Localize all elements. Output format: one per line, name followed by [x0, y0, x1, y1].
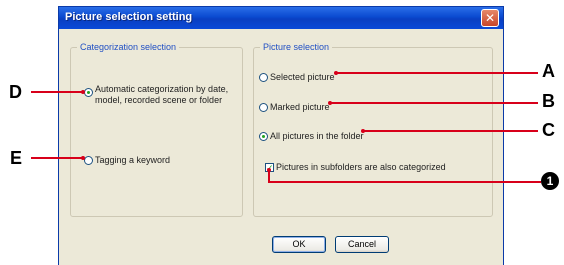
radio-tagging-keyword[interactable] — [84, 156, 93, 165]
cancel-button[interactable]: Cancel — [335, 236, 389, 253]
dialog-title: Picture selection setting — [65, 11, 193, 23]
picture-selection-group-title: Picture selection — [260, 41, 333, 53]
radio-selected-picture[interactable] — [259, 73, 268, 82]
selected-picture-label: Selected picture — [270, 72, 335, 82]
callout-A-dot — [334, 71, 338, 75]
tagging-keyword-label: Tagging a keyword — [95, 155, 171, 165]
callout-D-line — [31, 91, 83, 93]
callout-A: A — [542, 61, 555, 81]
radio-all-pictures-in-folder[interactable] — [259, 132, 268, 141]
callout-C-dot — [361, 129, 365, 133]
categorization-selection-group: Categorization selection — [70, 41, 243, 217]
callout-C-line — [363, 130, 538, 132]
picture-selection-dialog: Picture selection setting ✕ Categorizati… — [58, 6, 504, 265]
callout-C: C — [542, 120, 555, 140]
marked-picture-label: Marked picture — [270, 102, 330, 112]
callout-E-dot — [81, 156, 85, 160]
callout-D-dot — [81, 90, 85, 94]
callout-B-line — [330, 102, 538, 104]
automatic-categorization-label: Automatic categorization by date, model,… — [95, 84, 229, 105]
all-pictures-label: All pictures in the folder — [270, 131, 364, 141]
callout-B-dot — [328, 101, 332, 105]
close-button[interactable]: ✕ — [481, 9, 499, 27]
callout-B: B — [542, 91, 555, 111]
ok-button[interactable]: OK — [272, 236, 326, 253]
callout-1-badge: 1 — [541, 172, 559, 190]
callout-A-line — [336, 72, 538, 74]
title-bar: Picture selection setting ✕ — [59, 7, 503, 29]
callout-1-dot — [267, 168, 271, 172]
subfolders-label: Pictures in subfolders are also categori… — [276, 162, 446, 172]
radio-marked-picture[interactable] — [259, 103, 268, 112]
close-icon: ✕ — [484, 11, 496, 25]
callout-D: D — [9, 82, 22, 102]
categorization-group-title: Categorization selection — [77, 41, 180, 53]
radio-automatic-categorization[interactable] — [84, 88, 93, 97]
callout-E: E — [10, 148, 23, 168]
callout-1-line — [268, 181, 541, 183]
callout-E-line — [31, 157, 83, 159]
